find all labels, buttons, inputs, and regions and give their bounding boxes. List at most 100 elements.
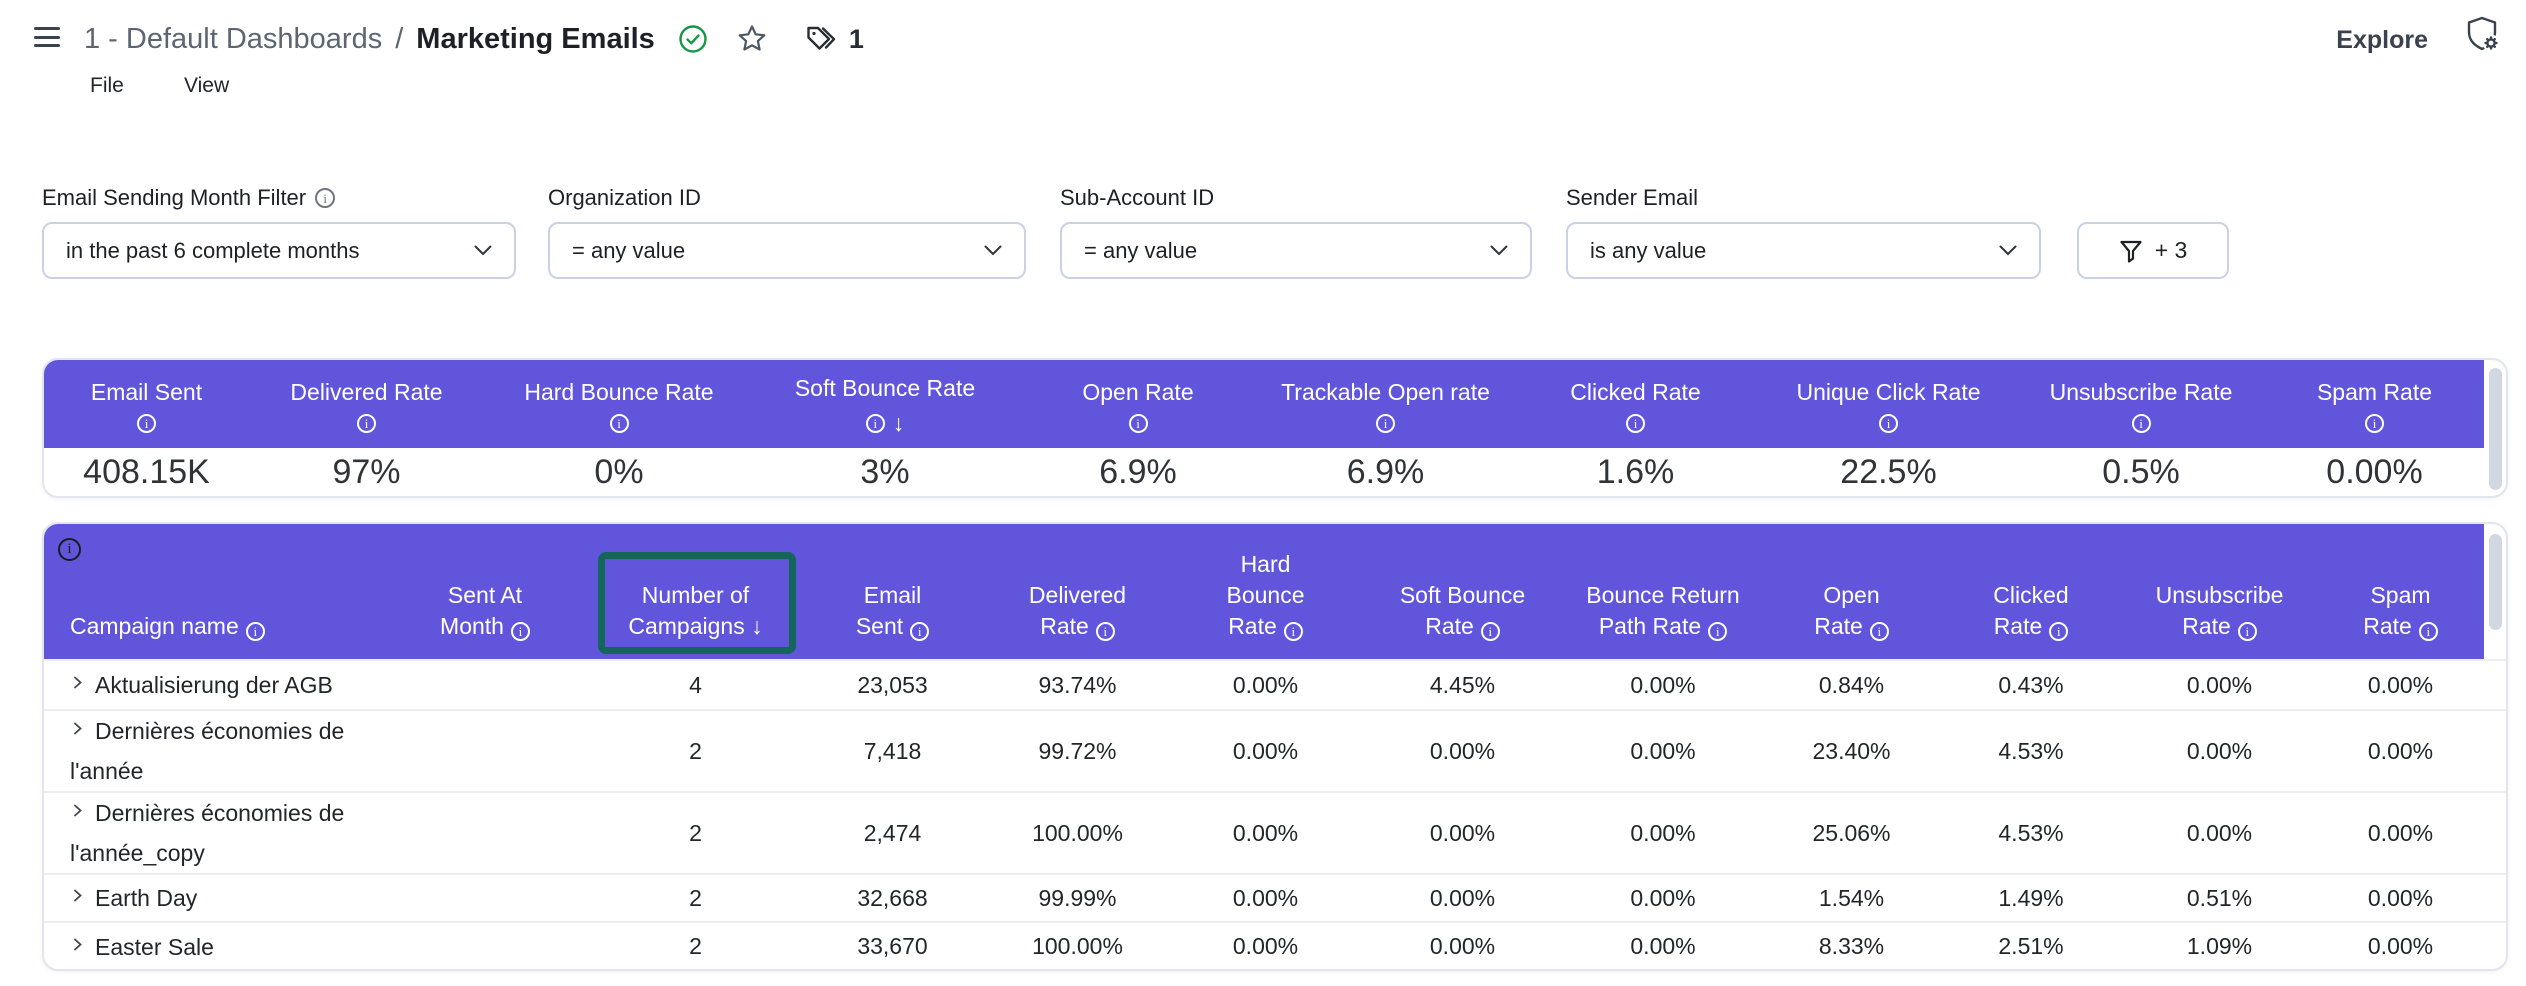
scrollbar-thumb[interactable] [2489, 368, 2502, 490]
kpi-values-row: 408.15K 97% 0% 3% 6.9% 6.9% 1.6% 22.5% 0… [44, 448, 2484, 496]
cell-hard-bounce-rate: 0.00% [1169, 711, 1362, 791]
column-header-delivered-rate[interactable]: Delivered Rate [986, 524, 1169, 659]
info-icon[interactable] [2419, 622, 2438, 641]
filter-label-text: Email Sending Month Filter [42, 185, 306, 211]
cell-open-rate: 8.33% [1763, 923, 1940, 970]
check-circle-icon [677, 23, 709, 55]
cell-email-sent: 33,670 [799, 923, 986, 970]
cell-spam-rate: 0.00% [2317, 793, 2484, 873]
cell-soft-bounce-rate: 0.00% [1362, 793, 1563, 873]
scrollbar-thumb[interactable] [2489, 534, 2502, 630]
column-header-sent-at-month[interactable]: Sent At Month [378, 524, 592, 659]
cell-clicked-rate: 1.49% [1940, 875, 2122, 921]
kpi-open-rate: Open Rate [1016, 360, 1260, 448]
filter-label: Sub-Account ID [1060, 184, 1532, 212]
kpi-unique-click-rate: Unique Click Rate [1760, 360, 2017, 448]
info-icon[interactable] [1481, 622, 1500, 641]
filter-value-dropdown[interactable]: = any value [548, 222, 1026, 279]
expand-chevron-icon[interactable] [70, 721, 85, 736]
column-header-clicked-rate[interactable]: Clicked Rate [1940, 524, 2122, 659]
campaign-table-card: Campaign name Sent At Month Number of Ca… [42, 522, 2508, 971]
column-header-bounce-return-path-rate[interactable]: Bounce Return Path Rate [1563, 524, 1763, 659]
info-icon[interactable] [2049, 622, 2068, 641]
sort-desc-icon [751, 613, 763, 639]
more-filters-count: + 3 [2155, 237, 2188, 264]
info-icon[interactable] [2132, 414, 2151, 433]
info-icon[interactable] [2365, 414, 2384, 433]
info-icon[interactable] [1096, 622, 1115, 641]
campaign-name[interactable]: Earth Day [95, 885, 197, 911]
column-header-soft-bounce-rate[interactable]: Soft Bounce Rate [1362, 524, 1563, 659]
info-icon[interactable] [610, 414, 629, 433]
column-header-open-rate[interactable]: Open Rate [1763, 524, 1940, 659]
cell-open-rate: 25.06% [1763, 793, 1940, 873]
cell-open-rate: 1.54% [1763, 875, 1940, 921]
info-icon[interactable] [1626, 414, 1645, 433]
expand-chevron-icon[interactable] [70, 675, 85, 690]
kpi-soft-bounce-rate: Soft Bounce Rate [754, 360, 1016, 448]
table-row: Easter Sale 2 33,670 100.00% 0.00% 0.00%… [44, 921, 2506, 970]
menu-view[interactable]: View [184, 74, 229, 98]
cell-hard-bounce-rate: 0.00% [1169, 923, 1362, 970]
expand-chevron-icon[interactable] [70, 888, 85, 903]
campaign-name[interactable]: Dernières économies de l'année_copy [70, 800, 344, 866]
info-icon[interactable] [910, 622, 929, 641]
campaign-name[interactable]: Easter Sale [95, 934, 214, 960]
filter-value-dropdown[interactable]: = any value [1060, 222, 1532, 279]
filter-value-dropdown[interactable]: is any value [1566, 222, 2041, 279]
info-icon[interactable] [511, 622, 530, 641]
kpi-spam-rate: Spam Rate [2265, 360, 2484, 448]
cell-delivered-rate: 100.00% [986, 923, 1169, 970]
menu-icon[interactable] [34, 27, 60, 47]
expand-chevron-icon[interactable] [70, 937, 85, 952]
column-header-campaign-name[interactable]: Campaign name [44, 524, 378, 659]
kpi-label: Email Sent [91, 379, 202, 406]
expand-chevron-icon[interactable] [70, 803, 85, 818]
filter-value-text: is any value [1590, 238, 1706, 264]
tile-info-icon[interactable] [58, 538, 81, 561]
info-icon[interactable] [315, 188, 335, 208]
filter-email-sending-month: Email Sending Month Filter in the past 6… [42, 184, 516, 279]
info-icon[interactable] [1870, 622, 1889, 641]
column-header-unsubscribe-rate[interactable]: Unsubscribe Rate [2122, 524, 2317, 659]
kpi-label: Unique Click Rate [1796, 379, 1980, 406]
info-icon[interactable] [866, 414, 885, 433]
chevron-down-icon [984, 245, 1002, 256]
column-header-email-sent[interactable]: Email Sent [799, 524, 986, 659]
shield-settings-icon[interactable] [2462, 14, 2502, 54]
cell-sent-at-month [378, 875, 592, 921]
info-icon[interactable] [1708, 622, 1727, 641]
breadcrumb: 1 - Default Dashboards / Marketing Email… [84, 16, 864, 62]
filter-value-text: in the past 6 complete months [66, 238, 360, 264]
column-header-hard-bounce-rate[interactable]: Hard Bounce Rate [1169, 524, 1362, 659]
more-filters-button[interactable]: + 3 [2077, 222, 2229, 279]
info-icon[interactable] [357, 414, 376, 433]
campaign-name[interactable]: Aktualisierung der AGB [95, 672, 333, 698]
info-icon[interactable] [2238, 622, 2257, 641]
cell-clicked-rate: 4.53% [1940, 711, 2122, 791]
menu-file[interactable]: File [90, 74, 124, 98]
column-header-spam-rate[interactable]: Spam Rate [2317, 524, 2484, 659]
cell-soft-bounce-rate: 0.00% [1362, 875, 1563, 921]
cell-sent-at-month [378, 923, 592, 970]
column-header-number-of-campaigns[interactable]: Number of Campaigns [592, 524, 799, 659]
filter-value-dropdown[interactable]: in the past 6 complete months [42, 222, 516, 279]
kpi-label: Spam Rate [2317, 379, 2432, 406]
info-icon[interactable] [137, 414, 156, 433]
filter-label-text: Organization ID [548, 185, 701, 211]
info-icon[interactable] [1129, 414, 1148, 433]
kpi-header-row: Email Sent Delivered Rate Hard Bounce Ra… [44, 360, 2484, 448]
cell-spam-rate: 0.00% [2317, 923, 2484, 970]
tags-icon[interactable] [805, 23, 839, 55]
breadcrumb-folder-link[interactable]: 1 - Default Dashboards [84, 23, 382, 56]
info-icon[interactable] [1879, 414, 1898, 433]
star-favorite-icon[interactable] [735, 22, 769, 56]
info-icon[interactable] [1284, 622, 1303, 641]
cell-sent-at-month [378, 661, 592, 709]
info-icon[interactable] [1376, 414, 1395, 433]
explore-button[interactable]: Explore [2324, 26, 2428, 55]
campaign-name[interactable]: Dernières économies de l'année [70, 718, 344, 784]
info-icon[interactable] [246, 622, 265, 641]
kpi-value: 22.5% [1760, 453, 2017, 492]
kpi-value: 97% [249, 453, 484, 492]
